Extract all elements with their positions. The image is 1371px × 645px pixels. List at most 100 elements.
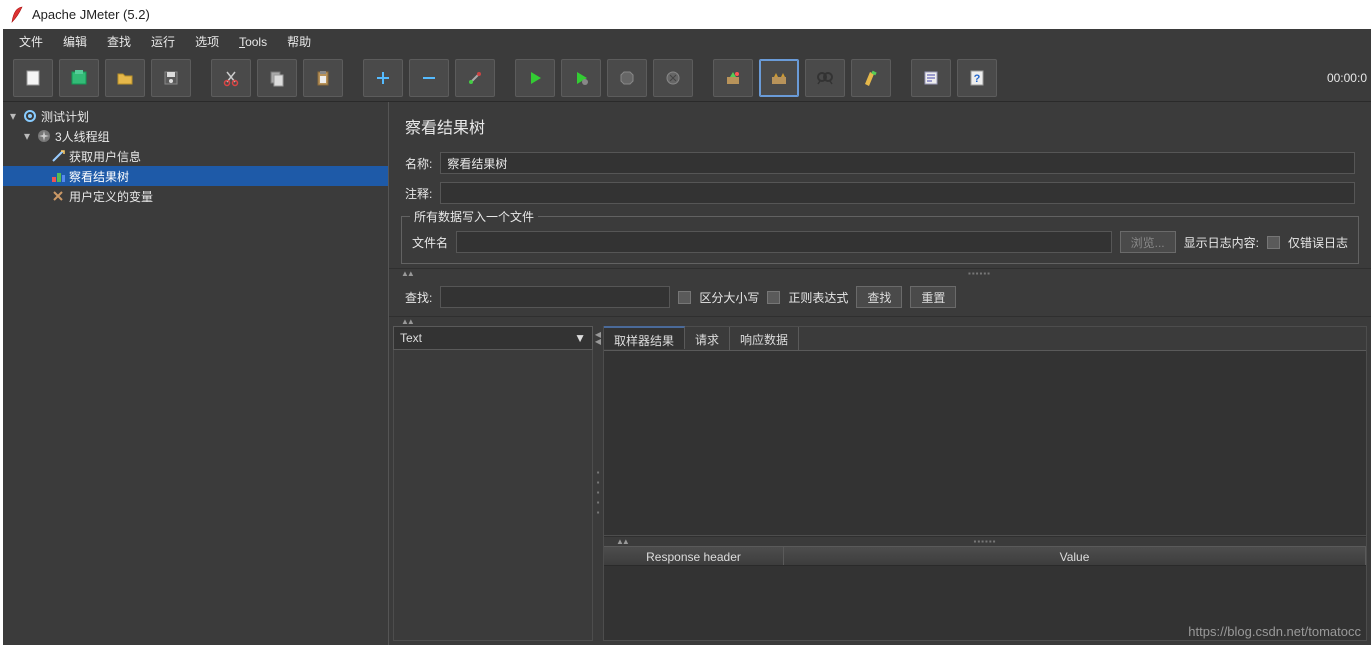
open-button[interactable] <box>105 59 145 97</box>
fieldset-legend: 所有数据写入一个文件 <box>410 208 538 225</box>
name-label: 名称: <box>405 155 432 172</box>
comment-label: 注释: <box>405 185 432 202</box>
results-panes: Text ▼ ◀◀ ▪▪▪▪▪ 取样器结果 请求 响应数据 <box>393 326 1367 641</box>
renderer-dropdown[interactable]: Text ▼ <box>393 326 593 350</box>
app-frame: 文件 编辑 查找 运行 选项 Tools 帮助 ? 00:00:0 <box>3 29 1371 645</box>
reset-search-button[interactable] <box>851 59 891 97</box>
tree-label: 获取用户信息 <box>69 148 141 165</box>
page-title: 察看结果树 <box>389 102 1371 148</box>
grip-icon: ▪▪▪▪▪▪ <box>968 269 991 278</box>
headers-table-body[interactable] <box>604 566 1366 640</box>
name-input[interactable] <box>440 152 1355 174</box>
tab-body: ▲▲ ▪▪▪▪▪▪ Response header Value <box>604 351 1366 640</box>
search-bar: 查找: 区分大小写 正则表达式 查找 重置 <box>389 278 1371 316</box>
col-response-header[interactable]: Response header <box>604 547 784 565</box>
start-button[interactable] <box>515 59 555 97</box>
menu-help[interactable]: 帮助 <box>277 29 321 54</box>
collapse-handle-3[interactable]: ▲▲ ▪▪▪▪▪▪ <box>604 536 1366 546</box>
tree-label: 3人线程组 <box>55 128 110 145</box>
main-area: ▾ 测试计划 ▾ 3人线程组 获取用户信息 察看结果树 用户定义的变量 <box>3 102 1371 645</box>
tab-sampler-result[interactable]: 取样器结果 <box>604 326 685 349</box>
twisty-icon[interactable]: ▾ <box>7 109 19 123</box>
errors-only-label: 仅错误日志 <box>1288 234 1348 251</box>
save-button[interactable] <box>151 59 191 97</box>
find-button[interactable]: 查找 <box>856 286 902 308</box>
case-sensitive-checkbox[interactable] <box>678 291 691 304</box>
paste-button[interactable] <box>303 59 343 97</box>
sampler-result-body[interactable] <box>604 351 1366 536</box>
help-button[interactable]: ? <box>957 59 997 97</box>
browse-button[interactable]: 浏览... <box>1120 231 1176 253</box>
case-sensitive-label: 区分大小写 <box>699 289 759 306</box>
grip-icon: ▪▪▪▪▪▪ <box>973 537 996 546</box>
toggle-button[interactable] <box>455 59 495 97</box>
menu-run[interactable]: 运行 <box>141 29 185 54</box>
chevron-left-icon: ◀◀ <box>594 330 603 344</box>
collapse-button[interactable] <box>409 59 449 97</box>
cut-button[interactable] <box>211 59 251 97</box>
results-renderer-pane: Text ▼ <box>393 326 593 641</box>
chevron-up-icon: ▲▲ <box>401 317 413 326</box>
variables-icon <box>50 188 66 204</box>
tree-label: 用户定义的变量 <box>69 188 153 205</box>
shutdown-button[interactable] <box>653 59 693 97</box>
tree-root[interactable]: ▾ 测试计划 <box>3 106 388 126</box>
renderer-value: Text <box>400 331 422 345</box>
headers-table-head: Response header Value <box>604 546 1366 566</box>
search-input[interactable] <box>440 286 670 308</box>
grip-icon: ▪▪▪▪▪ <box>594 468 603 518</box>
chevron-up-icon: ▲▲ <box>401 269 413 278</box>
tree-item-vars[interactable]: 用户定义的变量 <box>3 186 388 206</box>
collapse-handle-1[interactable]: ▲▲ ▪▪▪▪▪▪ <box>389 268 1371 278</box>
comment-row: 注释: <box>389 178 1371 208</box>
filename-input[interactable] <box>456 231 1112 253</box>
tab-response[interactable]: 响应数据 <box>730 327 799 350</box>
tree-threadgroup[interactable]: ▾ 3人线程组 <box>3 126 388 146</box>
copy-button[interactable] <box>257 59 297 97</box>
function-helper-button[interactable] <box>911 59 951 97</box>
expand-button[interactable] <box>363 59 403 97</box>
regex-checkbox[interactable] <box>767 291 780 304</box>
menu-search[interactable]: 查找 <box>97 29 141 54</box>
tree-label: 测试计划 <box>41 108 89 125</box>
detail-tabs: 取样器结果 请求 响应数据 <box>604 327 1366 351</box>
tree-item-http[interactable]: 获取用户信息 <box>3 146 388 166</box>
menu-file[interactable]: 文件 <box>9 29 53 54</box>
col-value[interactable]: Value <box>784 547 1366 565</box>
file-output-fieldset: 所有数据写入一个文件 文件名 浏览... 显示日志内容: 仅错误日志 <box>401 216 1359 264</box>
search-tree-button[interactable] <box>805 59 845 97</box>
menu-tools[interactable]: Tools <box>229 31 277 53</box>
testplan-icon <box>22 108 38 124</box>
stop-button[interactable] <box>607 59 647 97</box>
threadgroup-icon <box>36 128 52 144</box>
test-plan-tree[interactable]: ▾ 测试计划 ▾ 3人线程组 获取用户信息 察看结果树 用户定义的变量 <box>3 102 389 645</box>
window-titlebar: Apache JMeter (5.2) <box>0 0 1371 29</box>
errors-only-checkbox[interactable] <box>1267 236 1280 249</box>
show-log-label: 显示日志内容: <box>1184 234 1259 251</box>
resultstree-icon <box>50 168 66 184</box>
regex-label: 正则表达式 <box>788 289 848 306</box>
menu-options[interactable]: 选项 <box>185 29 229 54</box>
clear-button[interactable] <box>713 59 753 97</box>
templates-button[interactable] <box>59 59 99 97</box>
result-detail-pane: 取样器结果 请求 响应数据 ▲▲ ▪▪▪▪▪▪ Response header … <box>603 326 1367 641</box>
chevron-up-icon: ▲▲ <box>616 537 628 546</box>
clear-all-button[interactable] <box>759 59 799 97</box>
reset-button[interactable]: 重置 <box>910 286 956 308</box>
results-list[interactable] <box>393 350 593 641</box>
menu-edit[interactable]: 编辑 <box>53 29 97 54</box>
menubar: 文件 编辑 查找 运行 选项 Tools 帮助 <box>3 29 1371 54</box>
search-label: 查找: <box>405 289 432 306</box>
filename-label: 文件名 <box>412 234 448 251</box>
tab-request[interactable]: 请求 <box>685 327 730 350</box>
vertical-splitter[interactable]: ◀◀ ▪▪▪▪▪ <box>593 326 603 641</box>
new-button[interactable] <box>13 59 53 97</box>
collapse-handle-2[interactable]: ▲▲ <box>389 316 1371 326</box>
jmeter-feather-icon <box>10 6 24 24</box>
svg-text:?: ? <box>974 73 981 85</box>
tree-item-results[interactable]: 察看结果树 <box>3 166 388 186</box>
window-title: Apache JMeter (5.2) <box>32 7 150 22</box>
start-no-timers-button[interactable] <box>561 59 601 97</box>
twisty-icon[interactable]: ▾ <box>21 129 33 143</box>
comment-input[interactable] <box>440 182 1355 204</box>
